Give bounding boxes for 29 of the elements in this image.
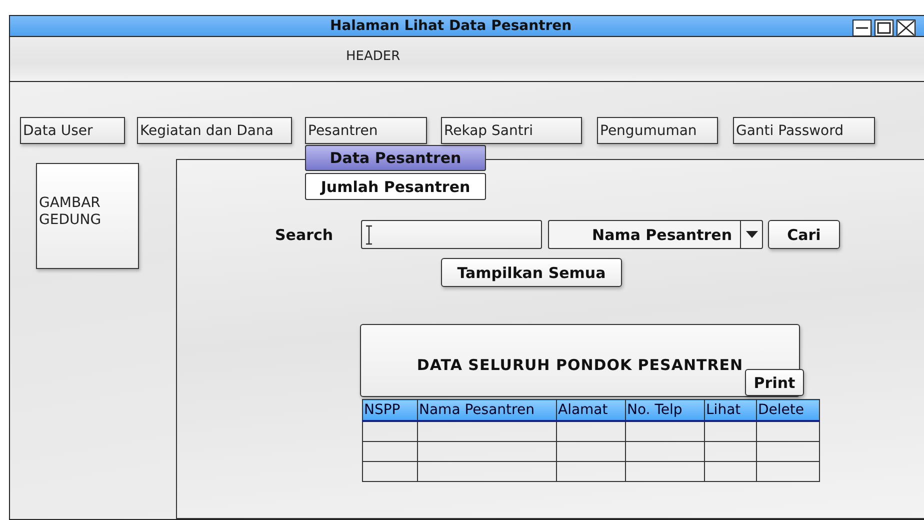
menu-item[interactable]: Jumlah Pesantren: [305, 173, 486, 200]
search-label: Search: [275, 226, 334, 244]
column-header: Delete: [756, 400, 820, 421]
column-header: Alamat: [556, 400, 626, 421]
print-button[interactable]: Print: [745, 369, 804, 396]
nav-button[interactable]: Rekap Santri: [441, 117, 582, 144]
caret-icon: [746, 231, 758, 238]
header-text: HEADER: [346, 49, 400, 64]
column-header: No. Telp: [626, 400, 704, 421]
search-button[interactable]: Cari: [768, 220, 840, 249]
nav-button[interactable]: Data User: [20, 117, 125, 144]
image-label: GAMBAR GEDUNG: [39, 195, 102, 228]
nav-button[interactable]: Ganti Password: [733, 117, 875, 144]
close-icon[interactable]: [896, 19, 916, 37]
nav-button[interactable]: Pengumuman: [597, 117, 718, 144]
column-header: Lihat: [704, 400, 756, 421]
maximize-icon[interactable]: [874, 19, 894, 37]
filter-dropdown[interactable]: Nama Pesantren: [548, 220, 763, 249]
nav-button[interactable]: Pesantren: [305, 117, 427, 144]
column-header: Nama Pesantren: [418, 400, 556, 421]
minimize-icon[interactable]: [852, 19, 872, 37]
show-all-button[interactable]: Tampilkan Semua: [441, 258, 622, 287]
nav-button[interactable]: Kegiatan dan Dana: [137, 117, 292, 144]
search-field[interactable]: [361, 220, 542, 249]
column-header: NSPP: [362, 400, 418, 421]
text-cursor-icon: [365, 224, 373, 244]
table-title: DATA SELURUH PONDOK PESANTREN: [416, 354, 744, 374]
window-title: Halaman Lihat Data Pesantren: [330, 18, 572, 34]
menu-item[interactable]: Data Pesantren: [305, 145, 486, 171]
